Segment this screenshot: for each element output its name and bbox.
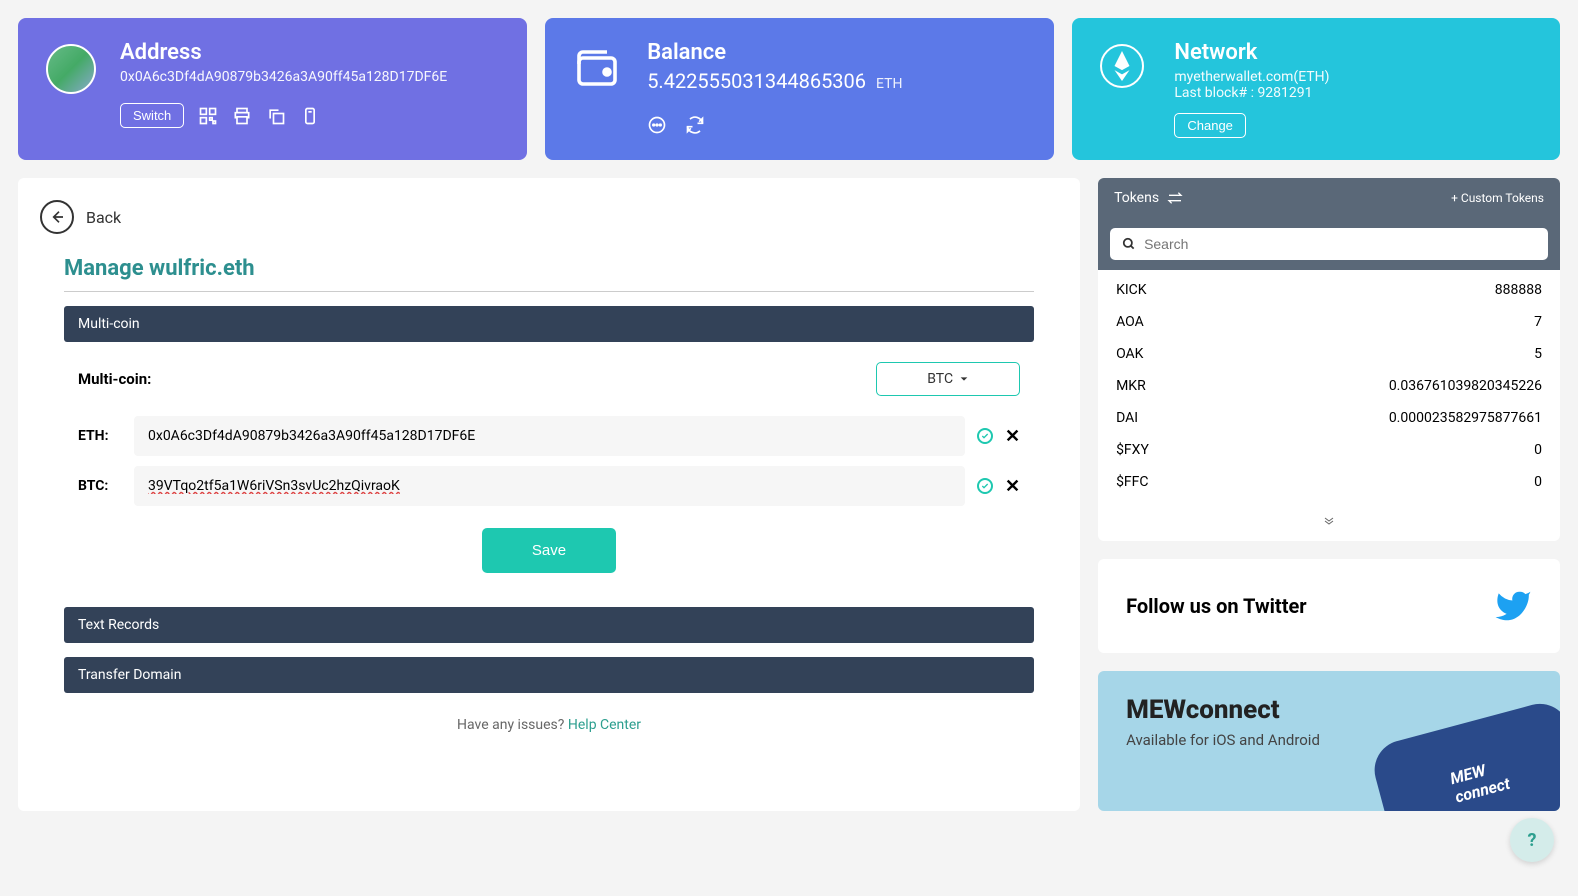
token-value: 0 (1534, 442, 1542, 458)
coin-row-btc: BTC: ✕ (78, 466, 1020, 506)
qr-icon[interactable] (198, 106, 218, 126)
token-symbol: DAI (1116, 410, 1138, 426)
token-value: 5 (1534, 346, 1542, 362)
network-block: Last block# : 9281291 (1174, 85, 1532, 101)
token-row[interactable]: $FFC 0 (1098, 466, 1560, 498)
coin-select[interactable]: BTC (876, 362, 1020, 396)
device-icon[interactable] (300, 106, 320, 126)
balance-unit: ETH (876, 76, 902, 92)
coin-input-btc[interactable] (134, 466, 965, 506)
section-multicoin[interactable]: Multi-coin (64, 306, 1034, 342)
token-row[interactable]: MKR 0.036761039820345226 (1098, 370, 1560, 402)
check-icon (977, 478, 993, 494)
token-value: 888888 (1495, 282, 1542, 298)
token-value: 0.000023582975877661 (1389, 410, 1542, 426)
coin-input-eth[interactable] (134, 416, 965, 456)
switch-button[interactable]: Switch (120, 103, 184, 128)
address-title: Address (120, 40, 499, 65)
swap-icon[interactable] (1167, 190, 1183, 206)
manage-title: Manage wulfric.eth (64, 256, 1034, 292)
refresh-icon[interactable] (685, 115, 705, 135)
print-icon[interactable] (232, 106, 252, 126)
coin-row-eth: ETH: ✕ (78, 416, 1020, 456)
more-icon[interactable] (647, 115, 667, 135)
token-symbol: OAK (1116, 346, 1143, 362)
tokens-title: Tokens (1114, 190, 1159, 206)
search-icon (1122, 237, 1136, 251)
token-row[interactable]: DAI 0.000023582975877661 (1098, 402, 1560, 434)
coin-label-eth: ETH: (78, 428, 122, 444)
token-value: 0.036761039820345226 (1389, 378, 1542, 394)
network-title: Network (1174, 40, 1532, 65)
check-icon (977, 428, 993, 444)
token-search-input[interactable] (1144, 236, 1536, 252)
token-symbol: $FFC (1116, 474, 1148, 490)
balance-value: 5.422555031344865306 (647, 69, 866, 93)
save-button[interactable]: Save (482, 528, 616, 573)
expand-tokens-button[interactable] (1098, 502, 1560, 541)
token-row[interactable]: OAK 5 (1098, 338, 1560, 370)
balance-title: Balance (647, 40, 1026, 65)
network-card: Network myetherwallet.com(ETH) Last bloc… (1072, 18, 1560, 160)
wallet-icon (573, 44, 621, 92)
token-row[interactable]: $FXY 0 (1098, 434, 1560, 466)
twitter-text: Follow us on Twitter (1126, 594, 1307, 618)
address-card: Address 0x0A6c3Df4dA90879b3426a3A90ff45a… (18, 18, 527, 160)
back-label: Back (86, 208, 121, 227)
main-panel: Back Manage wulfric.eth Multi-coin Multi… (18, 178, 1080, 811)
section-text-records[interactable]: Text Records (64, 607, 1034, 643)
section-transfer-domain[interactable]: Transfer Domain (64, 657, 1034, 693)
remove-row-button[interactable]: ✕ (1005, 426, 1020, 447)
twitter-icon (1494, 587, 1532, 625)
tokens-panel: Tokens + Custom Tokens KICK 888888 AOA 7 OAK… (1098, 178, 1560, 541)
eth-logo-icon (1100, 44, 1144, 88)
remove-row-button[interactable]: ✕ (1005, 476, 1020, 497)
chevron-down-icon (959, 374, 969, 384)
chevron-down-icon (1320, 515, 1338, 527)
multicoin-label: Multi-coin: (78, 370, 151, 388)
token-symbol: MKR (1116, 378, 1146, 394)
change-network-button[interactable]: Change (1174, 113, 1246, 138)
token-row[interactable]: AOA 7 (1098, 306, 1560, 338)
coin-label-btc: BTC: (78, 478, 122, 494)
mewconnect-panel[interactable]: MEWconnect Available for iOS and Android… (1098, 671, 1560, 811)
network-provider: myetherwallet.com(ETH) (1174, 69, 1532, 85)
balance-card: Balance 5.422555031344865306 ETH (545, 18, 1054, 160)
address-value: 0x0A6c3Df4dA90879b3426a3A90ff45a128D17DF… (120, 69, 499, 85)
token-symbol: AOA (1116, 314, 1144, 330)
token-symbol: $FXY (1116, 442, 1149, 458)
avatar-icon (46, 44, 96, 94)
help-center-link[interactable]: Help Center (568, 717, 641, 733)
help-badge[interactable]: ? (1510, 818, 1554, 862)
token-row[interactable]: KICK 888888 (1098, 274, 1560, 306)
custom-tokens-button[interactable]: + Custom Tokens (1451, 191, 1544, 205)
token-value: 7 (1534, 314, 1542, 330)
issues-row: Have any issues? Help Center (64, 717, 1034, 733)
copy-icon[interactable] (266, 106, 286, 126)
back-button[interactable] (40, 200, 74, 234)
token-symbol: KICK (1116, 282, 1147, 298)
twitter-panel[interactable]: Follow us on Twitter (1098, 559, 1560, 653)
coin-select-value: BTC (927, 371, 953, 387)
token-value: 0 (1534, 474, 1542, 490)
